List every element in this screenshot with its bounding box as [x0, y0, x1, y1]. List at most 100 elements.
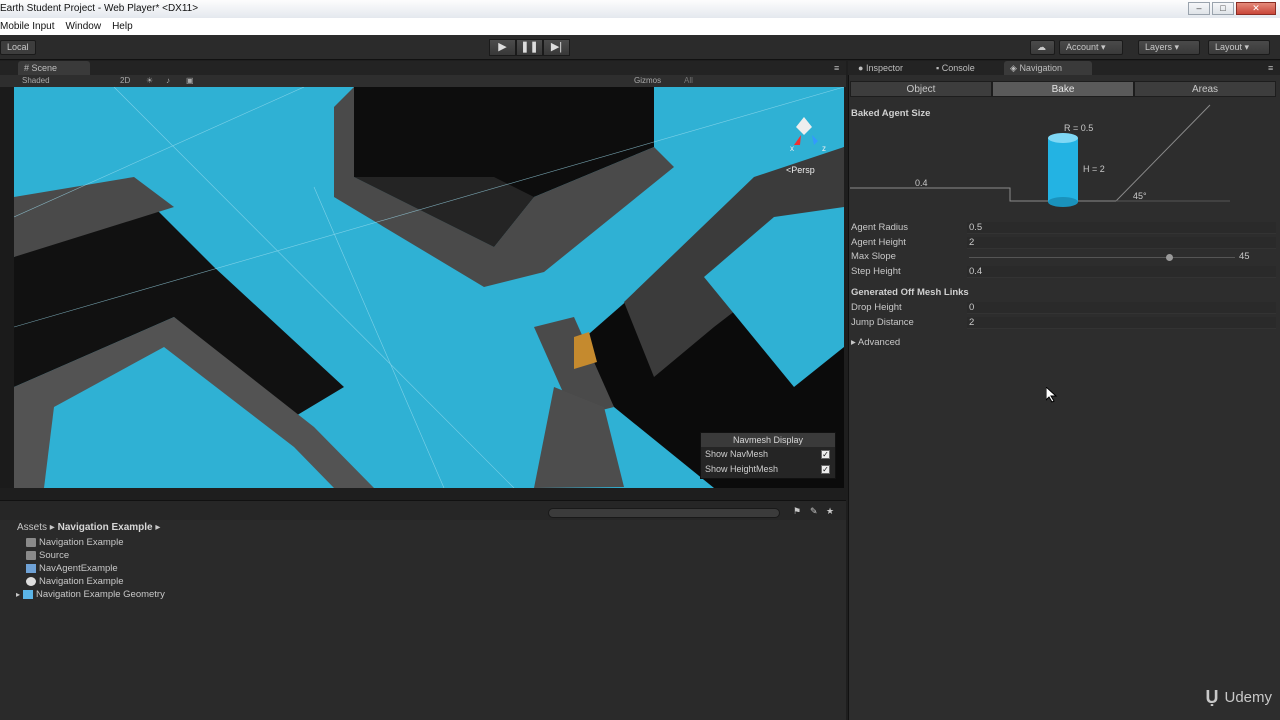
layout-dropdown[interactable]: Layout ▾ — [1208, 40, 1270, 55]
folder-icon — [26, 551, 36, 560]
foldout-arrow-icon: ▸ — [851, 337, 856, 348]
tab-console[interactable]: ▪ Console — [930, 61, 981, 75]
asset-label: NavAgentExample — [39, 563, 118, 574]
segment-bake[interactable]: Bake — [992, 81, 1134, 97]
scene-tabbar: # Scene ≡ — [0, 61, 846, 75]
show-navmesh-checkbox[interactable]: ✓ — [821, 450, 830, 459]
pivot-local-button[interactable]: Local — [0, 40, 36, 55]
segment-object[interactable]: Object — [850, 81, 992, 97]
maximize-button[interactable]: □ — [1212, 2, 1234, 15]
agent-size-diagram — [850, 104, 1230, 207]
navmesh-display-panel: Navmesh Display Show NavMesh ✓ Show Heig… — [700, 432, 836, 479]
audio-icon[interactable]: ♪ — [166, 75, 170, 87]
advanced-foldout[interactable]: ▸ Advanced — [851, 337, 900, 348]
toggle-2d-button[interactable]: 2D — [120, 75, 130, 87]
tab-scene[interactable]: # Scene — [18, 61, 90, 75]
advanced-label: Advanced — [857, 337, 901, 348]
axis-z-label: z — [822, 144, 826, 153]
menu-window[interactable]: Window — [65, 18, 101, 35]
effects-icon[interactable]: ▣ — [186, 75, 194, 87]
main-toolbar: Local ▶ ❚❚ ▶| ☁ Account ▾ Layers ▾ Layou… — [0, 35, 1280, 60]
layout-label: Layout — [1215, 42, 1243, 52]
asset-item[interactable]: Navigation Example — [26, 537, 124, 548]
axis-x-label: x — [790, 144, 794, 153]
prefab-icon — [23, 590, 34, 599]
cloud-icon[interactable]: ☁ — [1030, 40, 1055, 55]
scene-search-input[interactable]: All — [684, 75, 693, 87]
layers-dropdown[interactable]: Layers ▾ — [1138, 40, 1200, 55]
persp-label[interactable]: <Persp — [786, 165, 815, 175]
favorite-icon[interactable]: ★ — [826, 506, 834, 517]
filter-label-icon[interactable]: ✎ — [810, 506, 818, 517]
asset-item[interactable]: Navigation Example — [26, 576, 124, 587]
show-navmesh-row[interactable]: Show NavMesh ✓ — [701, 447, 835, 462]
asset-label: Navigation Example — [39, 537, 124, 548]
lighting-icon[interactable]: ☀ — [146, 75, 153, 87]
step-height-field[interactable]: 0.4 — [967, 266, 1276, 278]
menu-help[interactable]: Help — [112, 18, 133, 35]
navigation-segment-control: Object Bake Areas — [850, 81, 1276, 97]
breadcrumb: Assets ▸ Navigation Example ▸ — [17, 522, 161, 533]
height-diagram-label: H = 2 — [1083, 164, 1105, 174]
tab-inspector-label: Inspector — [865, 63, 903, 73]
asset-item[interactable]: NavAgentExample — [26, 563, 118, 574]
step-diagram-label: 0.4 — [915, 178, 928, 188]
window-titlebar: Earth Student Project - Web Player* <DX1… — [0, 0, 1280, 18]
jump-distance-label: Jump Distance — [851, 317, 914, 328]
folder-icon — [26, 538, 36, 547]
step-button[interactable]: ▶| — [543, 39, 570, 56]
generated-off-mesh-links-title: Generated Off Mesh Links — [851, 287, 969, 298]
project-body — [0, 520, 846, 720]
show-heightmesh-checkbox[interactable]: ✓ — [821, 465, 830, 474]
layers-label: Layers — [1145, 42, 1173, 52]
navmesh-display-title: Navmesh Display — [701, 433, 835, 447]
breadcrumb-current[interactable]: Navigation Example — [58, 522, 153, 533]
show-heightmesh-row[interactable]: Show HeightMesh ✓ — [701, 462, 835, 477]
expand-arrow-icon[interactable]: ▸ — [16, 590, 20, 599]
asset-label: Navigation Example — [39, 576, 124, 587]
drop-height-field[interactable]: 0 — [967, 302, 1276, 314]
play-button[interactable]: ▶ — [489, 39, 516, 56]
account-dropdown[interactable]: Account ▾ — [1059, 40, 1123, 55]
drop-height-label: Drop Height — [851, 302, 902, 313]
menu-mobile-input[interactable]: Mobile Input — [0, 18, 54, 35]
panel-menu-icon[interactable]: ≡ — [828, 61, 845, 75]
project-toolbar: ⚑ ✎ ★ — [0, 500, 846, 520]
navigation-icon: ◈ — [1010, 63, 1017, 73]
tab-inspector[interactable]: ● Inspector — [852, 61, 909, 75]
step-height-label: Step Height — [851, 266, 901, 277]
agent-height-label: Agent Height — [851, 237, 906, 248]
unity-scene-icon — [26, 577, 36, 586]
asset-item[interactable]: Source — [26, 550, 69, 561]
tab-navigation[interactable]: ◈ Navigation — [1004, 61, 1092, 75]
project-search-input[interactable] — [548, 508, 780, 518]
panel-menu-icon[interactable]: ≡ — [1262, 61, 1279, 75]
tab-console-label: Console — [941, 63, 975, 73]
max-slope-field[interactable]: 45 — [1239, 251, 1250, 262]
minimize-button[interactable]: – — [1188, 2, 1210, 15]
scene-viewport[interactable]: x z <Persp — [14, 87, 844, 488]
mouse-cursor-icon — [1046, 387, 1058, 403]
asset-label: Source — [39, 550, 70, 561]
pause-button[interactable]: ❚❚ — [516, 39, 543, 56]
max-slope-slider[interactable] — [969, 254, 1235, 261]
slope-diagram-label: 45° — [1133, 191, 1147, 201]
breadcrumb-root[interactable]: Assets — [17, 522, 47, 533]
agent-radius-field[interactable]: 0.5 — [967, 222, 1276, 234]
segment-areas[interactable]: Areas — [1134, 81, 1276, 97]
playback-controls: ▶ ❚❚ ▶| — [489, 39, 570, 56]
jump-distance-field[interactable]: 2 — [967, 317, 1276, 329]
asset-label: Navigation Example Geometry — [36, 589, 165, 600]
agent-height-field[interactable]: 2 — [967, 237, 1276, 249]
shading-mode-dropdown[interactable]: Shaded — [22, 75, 50, 87]
filter-type-icon[interactable]: ⚑ — [793, 506, 801, 517]
max-slope-slider-thumb[interactable] — [1165, 254, 1173, 261]
close-button[interactable]: ✕ — [1236, 2, 1276, 15]
window-title: Earth Student Project - Web Player* <DX1… — [0, 3, 199, 14]
scene-render: x z — [14, 87, 844, 488]
max-slope-label: Max Slope — [851, 251, 896, 262]
asset-item[interactable]: ▸ Navigation Example Geometry — [16, 589, 165, 600]
scene-toolbar: Shaded 2D ☀ ♪ ▣ Gizmos All — [0, 75, 846, 87]
gizmos-dropdown[interactable]: Gizmos — [634, 75, 661, 87]
grid-icon: # — [24, 63, 30, 73]
